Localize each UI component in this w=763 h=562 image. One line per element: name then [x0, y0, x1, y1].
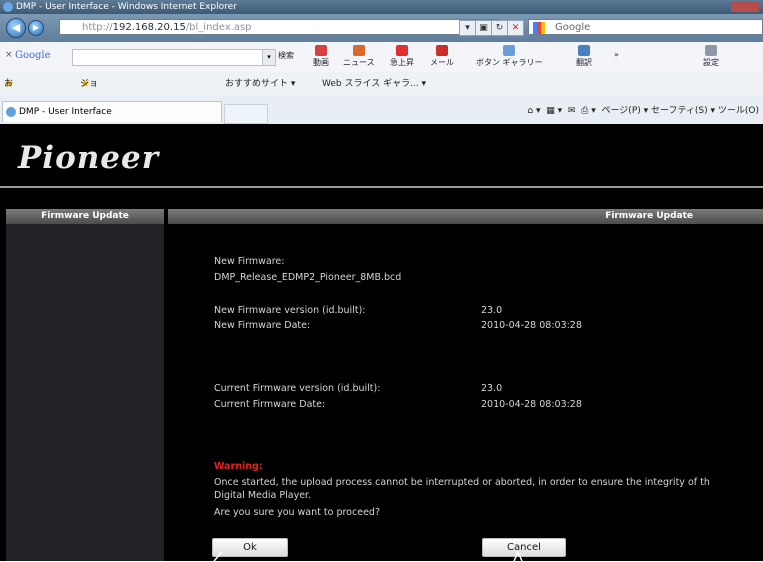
address-input[interactable]: http://192.168.20.15/bl_index.asp [59, 19, 499, 35]
pioneer-logo: Pioneer [18, 140, 160, 176]
new-date-value: 2010-04-28 08:03:28 [481, 320, 582, 331]
warning-line-2: Digital Media Player. [214, 490, 312, 501]
google-toolbar-close[interactable]: × [5, 50, 13, 60]
page-content: Pioneer Firmware Update Firmware Update … [0, 124, 763, 562]
new-firmware-label: New Firmware: [214, 256, 285, 267]
compat-view-icon[interactable]: ▣ [475, 20, 492, 36]
confirm-question: Are you sure you want to proceed? [214, 507, 380, 518]
gtool-news[interactable]: ニュース [343, 45, 375, 68]
google-search-input[interactable] [72, 49, 264, 66]
favorites-item-suggested[interactable]: おすすめサイト ▾ [225, 72, 295, 96]
gtool-settings[interactable]: 設定 [703, 45, 719, 68]
address-dropdown-icon[interactable]: ▾ [459, 20, 476, 36]
google-search-dropdown-icon[interactable]: ▾ [262, 49, 276, 66]
gtool-mail[interactable]: メール [430, 45, 454, 68]
forward-button[interactable]: ▶ [28, 20, 44, 36]
new-tab-button[interactable] [224, 104, 268, 124]
print-icon[interactable]: ⎙ ▾ [581, 106, 596, 116]
current-date-value: 2010-04-28 08:03:28 [481, 399, 582, 410]
google-toolbar: × Google ▾ 検索 動画 ニュース 急上昇 メール ボタン ギャラリー … [0, 42, 763, 73]
google-search-button[interactable]: 検索 [278, 50, 294, 61]
current-version-value: 23.0 [481, 383, 503, 394]
warning-line-1: Once started, the upload process cannot … [214, 477, 710, 488]
main-header: Firmware Update [168, 209, 763, 224]
address-path: /bl_index.asp [185, 22, 252, 33]
mail-icon[interactable]: ✉ [568, 106, 576, 116]
back-button[interactable]: ◀ [6, 18, 26, 38]
window-title: DMP - User Interface - Windows Internet … [16, 2, 237, 12]
google-toolbar-logo: Google [15, 50, 51, 61]
google-logo-icon [533, 22, 545, 34]
address-host: 192.168.20.15 [112, 22, 186, 33]
gtool-video[interactable]: 動画 [313, 45, 329, 68]
new-firmware-file: DMP_Release_EDMP2_Pioneer_8MB.bcd [214, 272, 402, 283]
new-version-value: 23.0 [481, 305, 503, 316]
gtool-trending[interactable]: 急上昇 [390, 45, 414, 68]
gtool-more[interactable]: » [614, 50, 619, 59]
stop-icon[interactable]: ✕ [507, 20, 524, 36]
address-toolbar: ◀ ▶ http://192.168.20.15/bl_index.asp ▾ … [0, 14, 763, 42]
current-version-label: Current Firmware version (id.built): [214, 383, 381, 394]
page-icon [6, 107, 16, 117]
tab-bar: DMP - User Interface ⌂ ▾ ▦ ▾ ✉ ⎙ ▾ ページ(P… [0, 96, 763, 125]
tab-dmp[interactable]: DMP - User Interface [2, 101, 222, 122]
search-box[interactable]: Google [528, 19, 763, 35]
new-date-label: New Firmware Date: [214, 320, 311, 331]
favorites-bar: ★ お気に入り ★ ジョルダン株式会社：駅... おすすめサイト ▾ Web ス… [0, 72, 763, 209]
header-divider [0, 186, 763, 188]
new-version-label: New Firmware version (id.built): [214, 305, 366, 316]
sidebar [6, 209, 164, 561]
gtool-gallery[interactable]: ボタン ギャラリー [476, 45, 543, 68]
current-date-label: Current Firmware Date: [214, 399, 326, 410]
gtool-translate[interactable]: 翻訳 [576, 45, 592, 68]
warning-title: Warning: [214, 461, 263, 472]
sidebar-header: Firmware Update [6, 209, 164, 224]
home-icon[interactable]: ⌂ ▾ [527, 106, 540, 116]
window-close-button[interactable] [731, 2, 759, 12]
command-bar[interactable]: ⌂ ▾ ▦ ▾ ✉ ⎙ ▾ ページ(P) ▾ セーフティ(S) ▾ ツール(O) [527, 103, 759, 116]
window-title-bar: DMP - User Interface - Windows Internet … [0, 0, 763, 14]
cursor-arrow-icon [213, 551, 223, 562]
favorites-item-webslice[interactable]: Web スライス ギャラ... ▾ [322, 72, 426, 96]
search-provider: Google [555, 22, 591, 33]
cursor-arrow-icon-2 [513, 550, 523, 562]
address-scheme: http:// [82, 22, 113, 33]
refresh-icon[interactable]: ↻ [491, 20, 508, 36]
ie-logo-icon [3, 2, 13, 12]
feeds-icon[interactable]: ▦ ▾ [546, 106, 562, 116]
